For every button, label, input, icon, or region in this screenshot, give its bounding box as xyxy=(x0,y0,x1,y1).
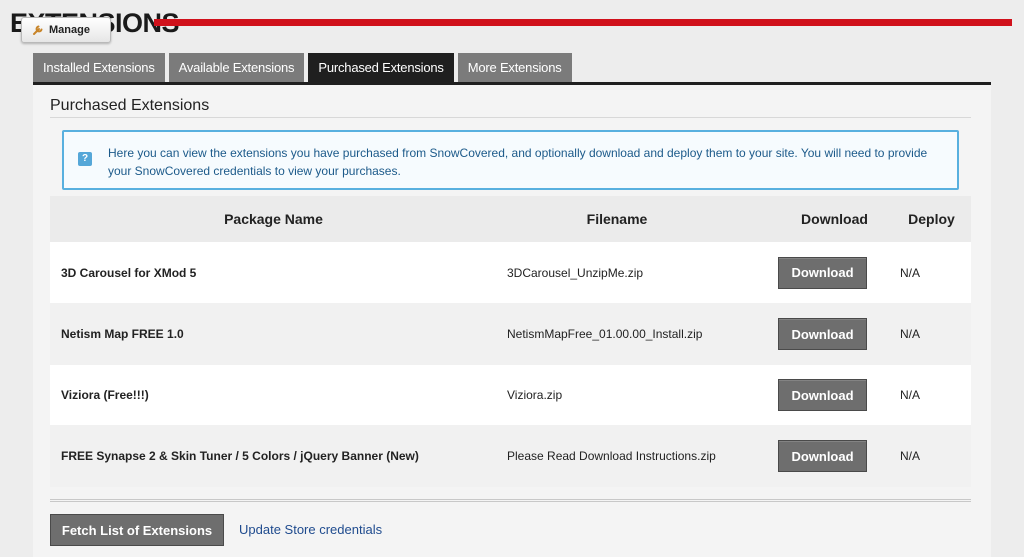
help-icon: ? xyxy=(78,152,92,166)
download-button[interactable]: Download xyxy=(778,256,867,289)
tab-purchased-extensions[interactable]: Purchased Extensions xyxy=(308,53,454,82)
tab-installed-extensions[interactable]: Installed Extensions xyxy=(33,53,165,82)
manage-label: Manage xyxy=(49,24,90,36)
section-title: Purchased Extensions xyxy=(50,97,210,114)
header-filename: Filename xyxy=(586,211,648,227)
deploy-status: N/A xyxy=(900,327,921,341)
deploy-status: N/A xyxy=(900,388,921,402)
package-name: FREE Synapse 2 & Skin Tuner / 5 Colors /… xyxy=(61,449,419,463)
wrench-icon xyxy=(32,24,44,36)
package-name: Netism Map FREE 1.0 xyxy=(61,327,184,341)
table-row: 3D Carousel for XMod 5 3DCarousel_UnzipM… xyxy=(50,242,971,303)
download-button[interactable]: Download xyxy=(778,318,867,350)
purchased-extensions-table: Package Name Filename Download Deploy 3D… xyxy=(50,196,971,487)
fetch-extensions-button[interactable]: Fetch List of Extensions xyxy=(50,514,224,546)
footer-divider xyxy=(50,499,971,502)
filename: 3DCarousel_UnzipMe.zip xyxy=(507,265,644,280)
header-download: Download xyxy=(801,211,868,227)
manage-button[interactable]: Manage xyxy=(21,17,111,43)
header-deploy: Deploy xyxy=(908,211,955,227)
download-button[interactable]: Download xyxy=(778,379,867,411)
table-row: Netism Map FREE 1.0 NetismMapFree_01.00.… xyxy=(50,303,971,365)
filename: Please Read Download Instructions.zip xyxy=(507,449,716,463)
table-header: Package Name Filename Download Deploy xyxy=(50,196,971,242)
info-text: Here you can view the extensions you hav… xyxy=(108,146,928,178)
section-divider xyxy=(50,117,971,118)
package-name: 3D Carousel for XMod 5 xyxy=(61,265,197,280)
tab-available-extensions[interactable]: Available Extensions xyxy=(168,53,305,82)
package-name: Viziora (Free!!!) xyxy=(61,388,149,402)
extension-tabs: Installed Extensions Available Extension… xyxy=(33,53,572,82)
tab-more-extensions[interactable]: More Extensions xyxy=(457,53,572,82)
deploy-status: N/A xyxy=(900,449,921,463)
filename: Viziora.zip xyxy=(507,388,563,402)
download-button[interactable]: Download xyxy=(778,440,867,472)
info-message: ? Here you can view the extensions you h… xyxy=(62,130,959,190)
deploy-status: N/A xyxy=(900,265,921,280)
table-row: FREE Synapse 2 & Skin Tuner / 5 Colors /… xyxy=(50,425,971,487)
title-accent-rule xyxy=(154,19,1012,26)
update-credentials-link[interactable]: Update Store credentials xyxy=(239,522,382,537)
header-package-name: Package Name xyxy=(224,211,323,227)
table-row: Viziora (Free!!!) Viziora.zip Download N… xyxy=(50,365,971,425)
filename: NetismMapFree_01.00.00_Install.zip xyxy=(507,327,703,341)
